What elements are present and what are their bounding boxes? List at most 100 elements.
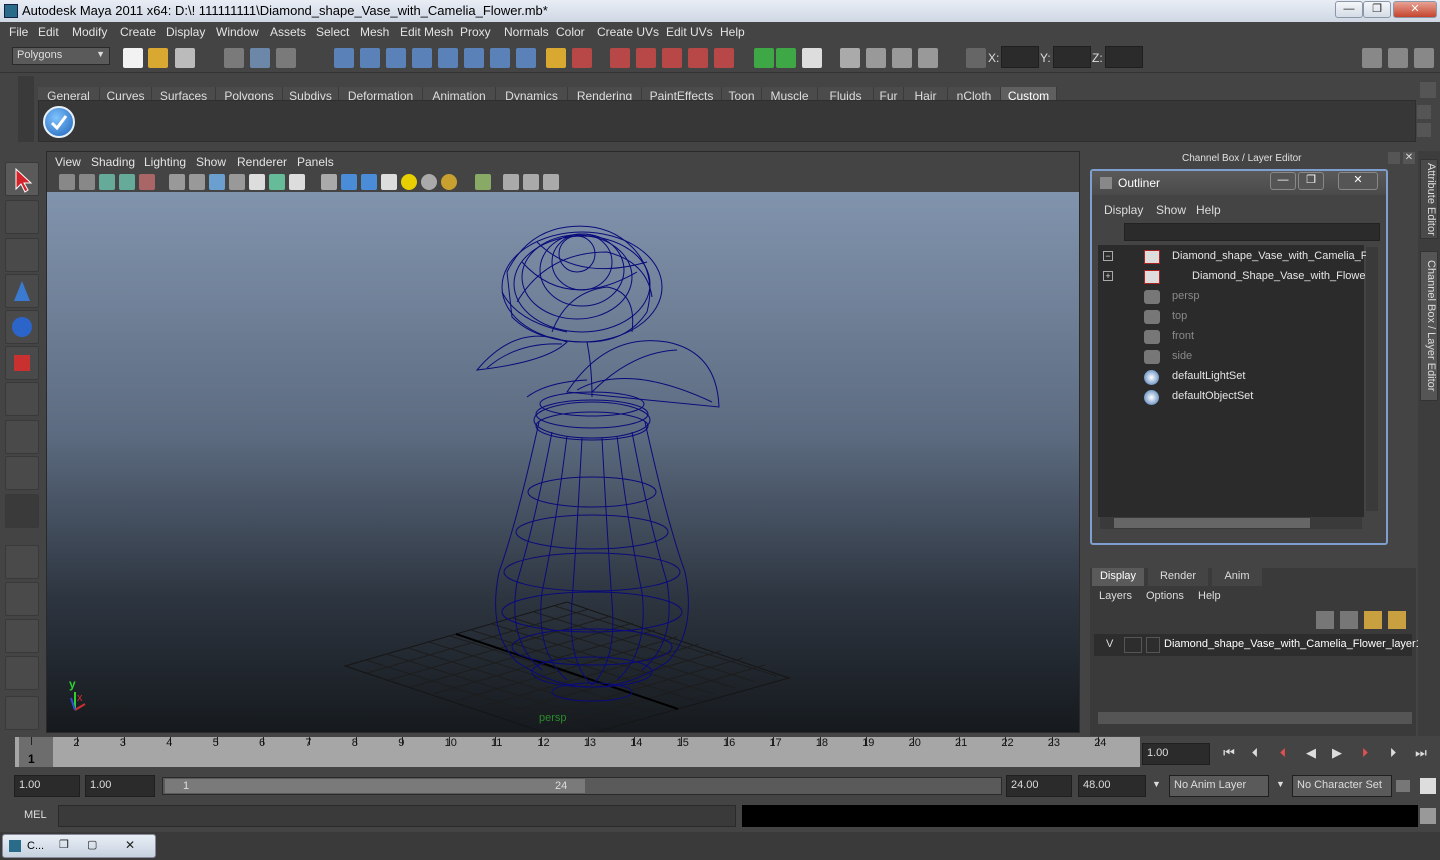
paint-select-tool-icon[interactable] — [5, 238, 39, 272]
layer-tab-display[interactable]: Display — [1092, 568, 1144, 586]
film-gate-icon[interactable] — [189, 174, 205, 190]
outliner-item[interactable]: Diamond_Shape_Vase_with_Flower — [1192, 270, 1369, 290]
menu-modify[interactable]: Modify — [72, 25, 107, 39]
layer-menu-help[interactable]: Help — [1198, 590, 1221, 602]
layer-menu-options[interactable]: Options — [1146, 590, 1184, 602]
maximize-button[interactable]: ❐ — [1363, 1, 1391, 18]
start-time-field[interactable]: 1.00 — [14, 775, 80, 797]
scale-tool-icon[interactable] — [5, 346, 39, 380]
outliner-item[interactable]: side — [1172, 350, 1192, 370]
menu-edit-uvs[interactable]: Edit UVs — [666, 25, 713, 39]
pick-deform-icon[interactable] — [438, 48, 458, 68]
textured-icon[interactable] — [381, 174, 397, 190]
layer-visibility-toggle[interactable]: V — [1106, 638, 1113, 650]
shelf-scroll-up-icon[interactable] — [1417, 105, 1431, 119]
construction-history-icon[interactable] — [802, 48, 822, 68]
highlight-icon[interactable] — [572, 48, 592, 68]
menu-edit-mesh[interactable]: Edit Mesh — [400, 25, 453, 39]
end-time-field[interactable]: 48.00 — [1078, 775, 1146, 797]
last-tool-icon[interactable] — [5, 494, 39, 528]
menu-normals[interactable]: Normals — [504, 25, 549, 39]
close-button[interactable]: ✕ — [1393, 1, 1437, 18]
grid-toggle-icon[interactable] — [169, 174, 185, 190]
backface-icon[interactable] — [543, 174, 559, 190]
wireframe-icon[interactable] — [321, 174, 337, 190]
minimize-button[interactable]: — — [1335, 1, 1363, 18]
toggle-tool-settings-icon[interactable] — [1388, 48, 1408, 68]
select-tool-icon[interactable] — [5, 162, 39, 196]
outliner-layout-icon[interactable] — [5, 619, 39, 653]
outliner-hscroll-thumb[interactable] — [1114, 518, 1310, 528]
xray-icon[interactable] — [503, 174, 519, 190]
anim-end-field[interactable]: 24.00 — [1006, 775, 1072, 797]
select-object-icon[interactable] — [250, 48, 270, 68]
channel-box-tab[interactable]: Channel Box / Layer Editor — [1420, 251, 1438, 401]
go-to-start-icon[interactable]: ⏮ — [1218, 745, 1240, 765]
snap-grid-icon[interactable] — [610, 48, 630, 68]
pick-misc-icon[interactable] — [516, 48, 536, 68]
bookmark-icon[interactable] — [99, 174, 115, 190]
vp-menu-renderer[interactable]: Renderer — [237, 155, 287, 169]
all-lights-icon[interactable] — [421, 174, 437, 190]
new-empty-layer-icon[interactable] — [1364, 611, 1382, 629]
outliner-item[interactable]: defaultObjectSet — [1172, 390, 1253, 410]
go-to-end-icon[interactable]: ⏭ — [1410, 745, 1432, 765]
viewport-canvas[interactable]: y x persp — [47, 192, 1079, 732]
render-view-icon[interactable] — [840, 48, 860, 68]
select-component-icon[interactable] — [276, 48, 296, 68]
outliner-vscrollbar[interactable] — [1366, 247, 1378, 511]
vp-menu-panels[interactable]: Panels — [297, 155, 334, 169]
menu-assets[interactable]: Assets — [270, 25, 306, 39]
xray-joints-icon[interactable] — [523, 174, 539, 190]
outliner-item[interactable]: persp — [1172, 290, 1200, 310]
play-forward-icon[interactable]: ▶ — [1326, 745, 1348, 765]
outliner-item[interactable]: front — [1172, 330, 1194, 350]
step-forward-key-icon[interactable]: ⏵ — [1354, 745, 1376, 765]
outliner-item[interactable]: Diamond_shape_Vase_with_Camelia_Flo — [1172, 250, 1376, 270]
outliner-hscrollbar[interactable] — [1100, 517, 1362, 529]
layer-hscrollbar[interactable] — [1098, 712, 1412, 724]
range-slider-track[interactable]: 1 24 — [162, 777, 1002, 795]
play-backward-icon[interactable]: ◀ — [1300, 745, 1322, 765]
current-time-field[interactable]: 1.00 — [1142, 743, 1210, 765]
default-light-icon[interactable] — [401, 174, 417, 190]
pick-dynamics-icon[interactable] — [464, 48, 484, 68]
single-pane-layout-icon[interactable] — [5, 545, 39, 579]
layer-row[interactable]: V Diamond_shape_Vase_with_Camelia_Flower… — [1094, 634, 1422, 656]
outliner-maximize-button[interactable]: ❐ — [1298, 172, 1324, 190]
soft-mod-tool-icon[interactable] — [5, 420, 39, 454]
menu-window[interactable]: Window — [216, 25, 259, 39]
gate-mask-icon[interactable] — [229, 174, 245, 190]
expand-icon[interactable]: + — [1103, 271, 1113, 281]
isolate-select-icon[interactable] — [475, 174, 491, 190]
collapse-icon[interactable]: − — [1103, 251, 1113, 261]
outliner-filter-input[interactable] — [1124, 223, 1380, 241]
menu-file[interactable]: File — [9, 25, 28, 39]
attribute-editor-tab[interactable]: Attribute Editor — [1420, 159, 1438, 239]
rotate-tool-icon[interactable] — [5, 310, 39, 344]
vp-menu-shading[interactable]: Shading — [91, 155, 135, 169]
snap-curve-icon[interactable] — [636, 48, 656, 68]
four-pane-layout-icon[interactable] — [5, 582, 39, 616]
safe-action-icon[interactable] — [269, 174, 285, 190]
ipr-render-icon[interactable] — [892, 48, 912, 68]
outliner-close-button[interactable]: ✕ — [1338, 172, 1378, 190]
shelf-menu-handle[interactable] — [18, 76, 34, 142]
layer-tab-render[interactable]: Render — [1148, 568, 1208, 586]
lasso-tool-icon[interactable] — [5, 200, 39, 234]
toggle-channel-box-icon[interactable] — [1414, 48, 1434, 68]
chevron-down-icon[interactable]: ▼ — [1276, 779, 1285, 789]
y-field[interactable] — [1053, 46, 1091, 68]
output-ops-icon[interactable] — [776, 48, 796, 68]
menu-create-uvs[interactable]: Create UVs — [597, 25, 659, 39]
2d-pan-zoom-icon[interactable] — [139, 174, 155, 190]
menu-proxy[interactable]: Proxy — [460, 25, 491, 39]
move-layer-up-icon[interactable] — [1316, 611, 1334, 629]
menu-help[interactable]: Help — [720, 25, 745, 39]
field-chart-icon[interactable] — [249, 174, 265, 190]
new-scene-icon[interactable] — [123, 48, 143, 68]
select-hierarchy-icon[interactable] — [224, 48, 244, 68]
pick-curve-icon[interactable] — [386, 48, 406, 68]
wire-on-shaded-icon[interactable] — [361, 174, 377, 190]
shelf-trash-icon[interactable] — [1420, 82, 1436, 98]
